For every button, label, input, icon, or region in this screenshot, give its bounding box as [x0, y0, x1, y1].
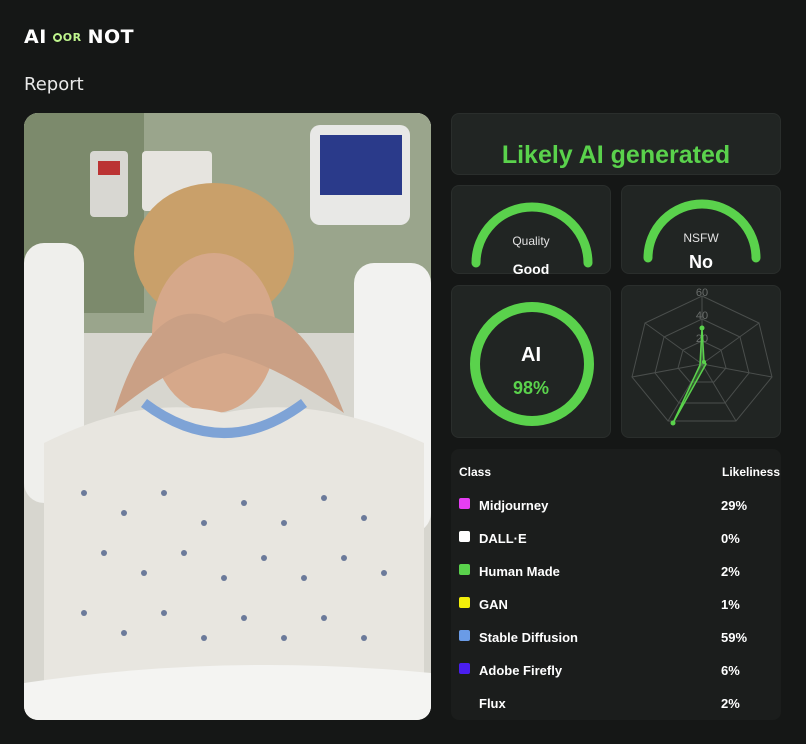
table-row: Stable Diffusion 59% [459, 628, 775, 648]
table-row: DALL·E 0% [459, 529, 775, 549]
verdict-card: Likely AI generated [451, 113, 781, 175]
table-row: Midjourney 29% [459, 496, 775, 516]
class-pct: 0% [721, 531, 740, 546]
radar-card: 60 40 20 [621, 285, 781, 438]
class-name: DALL·E [479, 531, 527, 546]
class-name: Midjourney [479, 498, 549, 513]
class-name: Flux [479, 696, 506, 711]
col-class-header: Class [459, 465, 492, 479]
class-pct: 29% [721, 498, 748, 513]
nsfw-value: No [689, 252, 713, 272]
class-name: GAN [479, 597, 508, 612]
class-pct: 1% [721, 597, 740, 612]
analyzed-image-illustration [24, 113, 431, 720]
radar-point-human [702, 360, 706, 364]
class-name: Adobe Firefly [479, 663, 563, 678]
class-pct: 2% [721, 696, 740, 711]
nsfw-card: NSFW No [621, 185, 781, 274]
quality-label: Quality [512, 234, 550, 248]
class-pct: 59% [721, 630, 748, 645]
logo-ring-icon [52, 32, 62, 42]
table-row: Flux 2% [459, 694, 775, 714]
logo[interactable]: AI OR NOT [24, 26, 134, 48]
logo-not-text: NOT [87, 26, 135, 48]
radar-point-midjourney [699, 325, 705, 331]
class-pct: 2% [721, 564, 740, 579]
page-title: Report [24, 74, 84, 95]
logo-or-mark: OR [52, 30, 82, 44]
radar-tick-60: 60 [696, 287, 708, 299]
table-row: GAN 1% [459, 595, 775, 615]
analyzed-image [24, 113, 431, 720]
logo-ai-text: AI [24, 26, 47, 48]
color-swatch [459, 531, 470, 542]
class-table: Class Likeliness Midjourney 29% DALL·E 0… [451, 449, 781, 720]
radar-point-stable-diffusion [670, 420, 676, 426]
class-name: Stable Diffusion [479, 630, 578, 645]
table-row: Human Made 2% [459, 562, 775, 582]
col-likeliness-header: Likeliness [722, 465, 781, 479]
quality-card: Quality Good [451, 185, 611, 277]
class-pct: 6% [721, 663, 740, 678]
color-swatch [459, 597, 470, 608]
color-swatch [459, 630, 470, 641]
table-row: Adobe Firefly 6% [459, 661, 775, 681]
color-swatch [459, 663, 470, 674]
ai-score-card: AI 98% [451, 285, 611, 438]
nsfw-label: NSFW [683, 231, 719, 245]
logo-or-text: OR [62, 30, 82, 44]
ai-score-value: 98% [512, 378, 550, 398]
ai-score-label: AI [521, 344, 541, 366]
radar-chart: 60 40 20 [631, 287, 773, 426]
quality-value: Good [512, 261, 550, 277]
radar-series-polygon [672, 327, 707, 424]
radar-tick-40: 40 [696, 310, 708, 322]
verdict-text: Likely AI generated [501, 141, 731, 169]
color-swatch [459, 498, 470, 509]
color-swatch [459, 564, 470, 575]
class-name: Human Made [479, 564, 560, 579]
